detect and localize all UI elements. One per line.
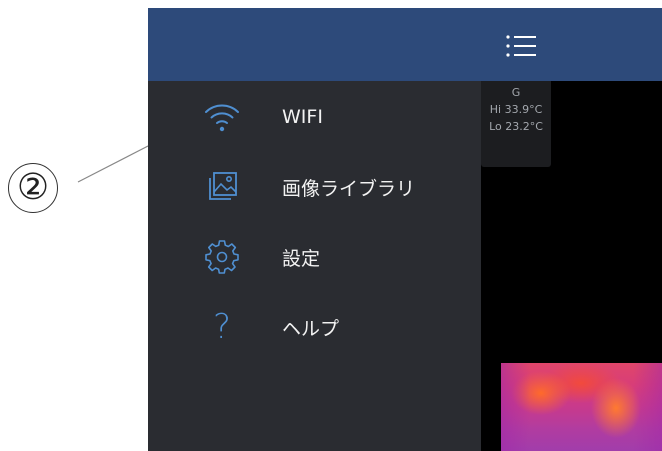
menu-list-button[interactable] [499,26,543,70]
menu-label-settings: 設定 [282,247,321,270]
drawer-header [148,8,481,81]
menu-label-image-library: 画像ライブラリ [282,177,416,200]
thermal-image-preview [501,363,662,451]
temperature-high: Hi 33.9°C [489,103,543,116]
gear-icon [202,237,242,277]
top-bar [481,8,662,81]
list-icon [504,33,538,64]
temperature-readout: G Hi 33.9°C Lo 23.2°C [481,81,551,167]
image-library-icon [202,167,242,207]
menu-item-wifi[interactable]: WIFI [148,92,481,142]
help-icon: ? [212,307,232,347]
callout-number: ② [16,167,50,208]
thermal-image-overlay [501,363,662,451]
app-screen: WIFI 画像ライブラリ 設定 ? ヘルプ G Hi 33.9°C Lo 23.… [148,8,662,451]
temperature-mode: G [511,86,521,99]
temperature-low: Lo 23.2°C [489,120,543,133]
wifi-icon [202,97,242,137]
menu-item-help[interactable]: ? ヘルプ [148,302,481,352]
menu-label-wifi: WIFI [282,106,323,128]
menu-label-help: ヘルプ [282,317,340,340]
menu-item-settings[interactable]: 設定 [148,232,481,282]
screenshot-page: ② WIFI 画像ライブラリ 設定 ? ヘルプ G Hi 33.9°C Lo 2… [0,0,662,451]
side-drawer: WIFI 画像ライブラリ 設定 ? ヘルプ [148,8,481,451]
main-view: G Hi 33.9°C Lo 23.2°C [481,8,662,451]
callout-marker: ② [8,163,58,213]
menu-item-image-library[interactable]: 画像ライブラリ [148,162,481,212]
